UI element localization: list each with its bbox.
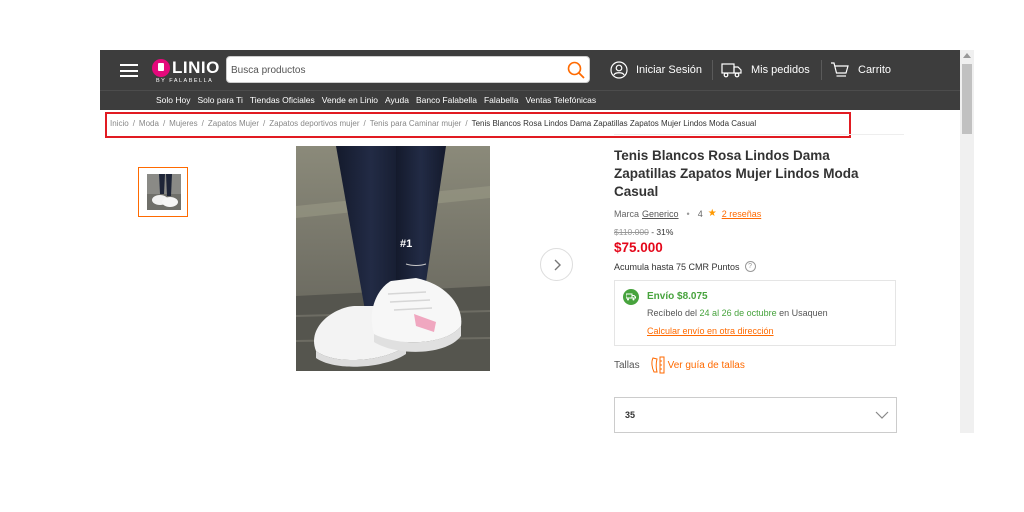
rating-value: 4 (697, 208, 703, 219)
shipping-truck-icon (623, 289, 639, 305)
sizes-row: Tallas Ver guía de tallas (614, 356, 745, 374)
change-address-link[interactable]: Calcular envío en otra dirección (647, 326, 774, 336)
subnav-item-tiendas-oficiales[interactable]: Tiendas Oficiales (250, 95, 315, 105)
product-title: Tenis Blancos Rosa Lindos Dama Zapatilla… (614, 148, 859, 199)
sizes-label: Tallas (614, 359, 640, 371)
size-select[interactable]: 35 (614, 397, 897, 433)
delivery-estimate: Recíbelo del 24 al 26 de octubre en Usaq… (647, 308, 828, 318)
info-icon[interactable]: ? (744, 261, 756, 272)
subnav-item-solo-para-ti[interactable]: Solo para Ti (198, 95, 243, 105)
thumbnail-image (147, 174, 181, 210)
breadcrumb-link[interactable]: Inicio (110, 119, 129, 128)
delivery-prefix: Recíbelo del (647, 308, 700, 318)
delivery-location: en Usaquen (776, 308, 828, 318)
search-icon[interactable] (567, 61, 585, 79)
star-icon: ★ (707, 208, 717, 219)
logo-mark-icon (152, 59, 170, 77)
brand-label: Marca (614, 208, 640, 219)
scroll-thumb[interactable] (962, 64, 972, 134)
browser-frame: LINIO BY FALABELLA Iniciar Sesión (0, 0, 1024, 512)
chevron-down-icon (875, 411, 889, 419)
old-price: $110.000 (614, 227, 649, 237)
breadcrumb-link[interactable]: Moda (139, 119, 159, 128)
chevron-right-icon (554, 259, 561, 271)
breadcrumb-separator: / (132, 119, 135, 128)
product-thumbnail[interactable] (138, 167, 188, 217)
menu-icon[interactable] (120, 64, 138, 77)
cmr-points: Acumula hasta 75 CMR Puntos ? (614, 261, 756, 272)
image-tag: #1 (400, 238, 413, 250)
shipping-box: Envío $8.075 Recíbelo del 24 al 26 de oc… (614, 280, 896, 346)
breadcrumb-link[interactable]: Mujeres (169, 119, 197, 128)
breadcrumb-separator: / (263, 119, 266, 128)
page-viewport: LINIO BY FALABELLA Iniciar Sesión (100, 50, 960, 433)
breadcrumb-separator: / (201, 119, 204, 128)
size-guide-link[interactable]: Ver guía de tallas (650, 356, 745, 374)
size-guide-label: Ver guía de tallas (667, 359, 745, 371)
current-price: $75.000 (614, 240, 663, 255)
cmr-points-text: Acumula hasta 75 CMR Puntos (614, 261, 740, 272)
search-input[interactable] (231, 61, 551, 79)
brand-rating-row: Marca Generico • 4 ★ 2 reseñas (614, 208, 761, 219)
product-main-image[interactable]: #1 (296, 146, 490, 371)
breadcrumb-separator: / (363, 119, 366, 128)
logo-word: LINIO (172, 58, 220, 77)
scroll-up-arrow-icon[interactable] (963, 53, 971, 58)
breadcrumb-link[interactable]: Zapatos Mujer (208, 119, 259, 128)
carousel-next-button[interactable] (540, 248, 573, 281)
subnav-item-solo-hoy[interactable]: Solo Hoy (156, 95, 191, 105)
subnav-item-falabella[interactable]: Falabella (484, 95, 519, 105)
old-price-row: $110.000 - 31% (614, 227, 673, 237)
brand-link[interactable]: Generico (642, 209, 679, 219)
search-bar (226, 56, 590, 83)
product-info: Tenis Blancos Rosa Lindos Dama Zapatilla… (614, 50, 904, 433)
product-photo (296, 146, 490, 371)
breadcrumb-link[interactable]: Zapatos deportivos mujer (269, 119, 359, 128)
separator-dot: • (686, 208, 690, 219)
size-selected-value: 35 (625, 410, 636, 420)
delivery-dates: 24 al 26 de octubre (699, 308, 777, 318)
reviews-link[interactable]: 2 reseñas (722, 209, 762, 219)
subnav-item-ventas-telefonicas[interactable]: Ventas Telefónicas (525, 95, 596, 105)
breadcrumb-link[interactable]: Tenis para Caminar mujer (370, 119, 462, 128)
subnav-item-banco-falabella[interactable]: Banco Falabella (416, 95, 477, 105)
breadcrumb-separator: / (465, 119, 468, 128)
foot-ruler-icon (650, 356, 665, 374)
logo-sub: BY FALABELLA (156, 78, 214, 84)
breadcrumb-separator: / (162, 119, 166, 128)
subnav-item-ayuda[interactable]: Ayuda (385, 95, 409, 105)
discount-badge: - 31% (651, 227, 674, 237)
page-scrollbar[interactable] (960, 50, 974, 433)
subnav-item-vende-en-linio[interactable]: Vende en Linio (322, 95, 378, 105)
linio-logo[interactable]: LINIO BY FALABELLA (152, 57, 219, 85)
shipping-cost: Envío $8.075 (647, 291, 708, 302)
